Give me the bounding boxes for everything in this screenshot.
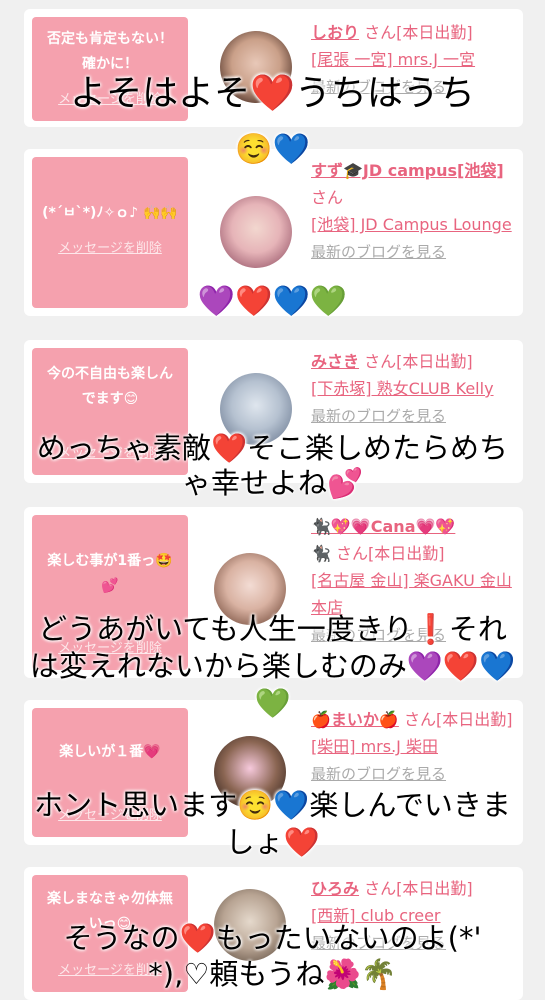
overlay-text: そうなの❤️もったいないのよ(*': [63, 921, 482, 955]
store-link[interactable]: [池袋] JD Campus Lounge: [311, 215, 512, 234]
store-link[interactable]: [下赤塚] 熟女CLUB Kelly: [311, 379, 494, 398]
overlay-text: ホント思います☺️💙楽しんでいきま: [34, 788, 511, 822]
girl-name-link[interactable]: しおり: [311, 23, 359, 42]
overlay-text: めっちゃ素敵❤️そこ楽しめたらめち: [36, 431, 509, 465]
blog-link[interactable]: 最新のブログを見る: [311, 407, 446, 425]
overlay-text: よそはよそ❤️うちはうち: [70, 73, 475, 114]
overlay-emoji: ☺️💙: [235, 132, 310, 167]
overlay-text: しょ❤️: [225, 825, 320, 859]
message-text: 楽しむ事が1番っ🤩💕: [47, 553, 173, 594]
heart-icon: ❤️: [250, 73, 295, 114]
overlay-emoji: 💜❤️💙💚: [197, 284, 348, 319]
message-text: (*´ㅂ`*)ﾉ✧ｏ♪ 🙌🙌: [42, 205, 178, 221]
delete-message-link[interactable]: メッセージを削除: [32, 237, 188, 256]
girl-name-link[interactable]: 🐈‍⬛💖💗Cana💗💖: [311, 517, 455, 536]
store-link[interactable]: [名古屋 金山] 楽GAKU 金山本店: [311, 571, 512, 617]
girl-name-link[interactable]: みさき: [311, 352, 359, 371]
avatar[interactable]: [220, 196, 292, 268]
girl-status: さん[本日出勤]: [364, 352, 473, 371]
heart-icon: ❤️: [210, 431, 248, 465]
overlay-text: は変えれないから楽しむのみ💜❤️💙: [29, 649, 516, 683]
overlay-text: ゃ幸せよね💕: [181, 466, 364, 500]
message-bubble: 楽しむ事が1番っ🤩💕 メッセージを削除: [32, 515, 188, 670]
girl-status: さん[本日出勤]: [364, 23, 473, 42]
message-card: 楽しいが１番💗 メッセージを削除 🍎まいか🍎 さん[本日出勤] [柴田] mrs…: [24, 700, 523, 845]
girl-name-link[interactable]: ひろみ: [311, 879, 359, 898]
store-link[interactable]: [尾張 一宮] mrs.J 一宮: [311, 50, 475, 69]
girl-status: 🐈‍⬛ さん[本日出勤]: [311, 544, 445, 563]
store-link[interactable]: [柴田] mrs.J 柴田: [311, 737, 438, 756]
girl-status: さん: [311, 188, 344, 207]
heart-icon: ❤️: [179, 921, 216, 955]
overlay-text: 💚: [254, 686, 291, 720]
message-text: 楽しいが１番💗: [59, 744, 161, 760]
blog-link[interactable]: 最新のブログを見る: [311, 243, 446, 261]
girl-status: さん[本日出勤]: [364, 879, 473, 898]
message-text: 今の不自由も楽しんでます😊: [47, 366, 173, 407]
overlay-text: どうあがいても人生一度きり❗それ: [38, 612, 507, 646]
overlay-text: *),♡頼もうね🌺🌴: [148, 957, 397, 991]
blog-link[interactable]: 最新のブログを見る: [311, 765, 446, 783]
